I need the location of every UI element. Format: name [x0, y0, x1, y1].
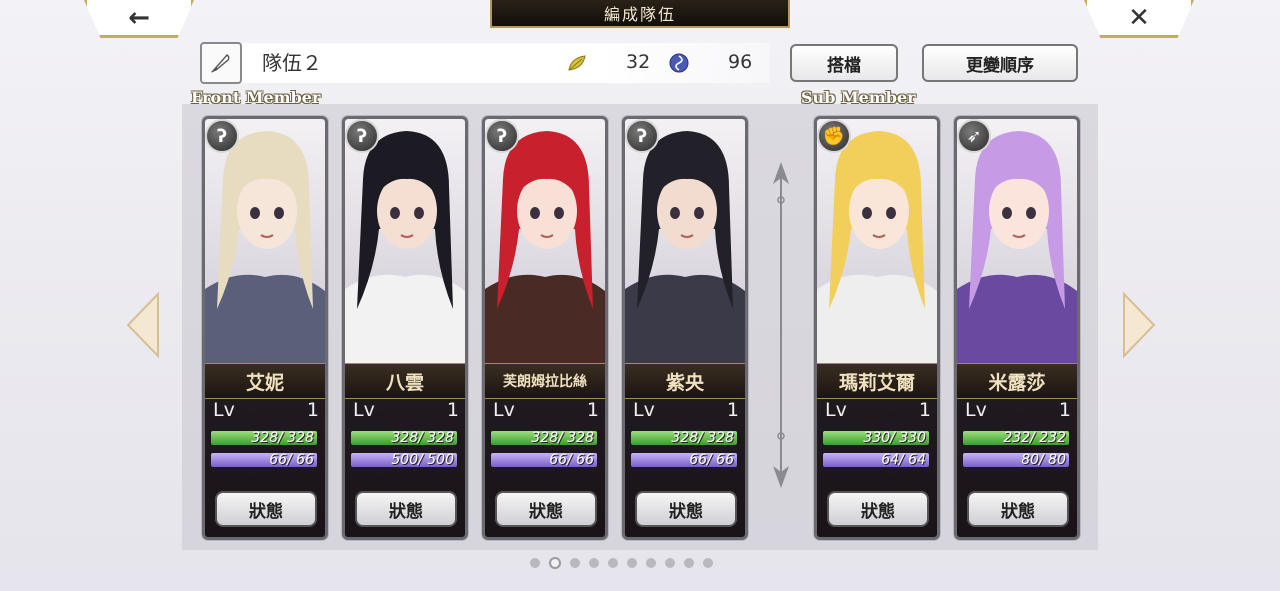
status-button[interactable]: 狀態	[827, 491, 929, 527]
leaf-icon	[568, 55, 586, 71]
partner-button[interactable]: 搭檔	[790, 44, 898, 82]
next-page-arrow-icon[interactable]	[1118, 290, 1158, 360]
hook-icon: ʔ	[625, 119, 659, 153]
character-portrait[interactable]	[625, 119, 745, 363]
page-dot[interactable]	[703, 558, 713, 568]
mp-bar: 66/ 66	[631, 453, 737, 467]
hp-bar: 328/ 328	[211, 431, 317, 445]
level-label: Lv	[965, 399, 987, 421]
hook-icon: ʔ	[345, 119, 379, 153]
arrow-icon: ➶	[957, 119, 991, 153]
character-portrait[interactable]	[957, 119, 1077, 363]
swap-members-arrow-icon	[773, 162, 789, 488]
level-value: 1	[918, 399, 931, 421]
mp-bar: 64/ 64	[823, 453, 929, 467]
team-name: 隊伍２	[262, 51, 322, 75]
back-arrow-icon: ←	[128, 2, 150, 33]
hp-bar: 328/ 328	[631, 431, 737, 445]
character-name: 紫央	[625, 363, 745, 399]
leaf-value: 32	[626, 51, 651, 73]
reorder-button[interactable]: 更變順序	[922, 44, 1078, 82]
status-button[interactable]: 狀態	[635, 491, 737, 527]
status-button[interactable]: 狀態	[495, 491, 597, 527]
member-card[interactable]: ʔ 芙朗姆拉比絲 Lv 1 328/ 328 66/ 66 狀態	[482, 116, 608, 540]
member-card[interactable]: ʔ 艾妮 Lv 1 328/ 328 66/ 66 狀態	[202, 116, 328, 540]
page-dot[interactable]	[530, 558, 540, 568]
character-portrait[interactable]	[817, 119, 937, 363]
page-dot[interactable]	[665, 558, 675, 568]
status-button[interactable]: 狀態	[355, 491, 457, 527]
mp-bar: 66/ 66	[211, 453, 317, 467]
member-card[interactable]: ʔ 八雲 Lv 1 328/ 328 500/ 500 狀態	[342, 116, 468, 540]
character-name: 芙朗姆拉比絲	[485, 363, 605, 399]
quill-icon	[210, 54, 230, 73]
mp-bar: 66/ 66	[491, 453, 597, 467]
level-value: 1	[586, 399, 599, 421]
member-card[interactable]: ➶ 米露莎 Lv 1 232/ 232 80/ 80 狀態	[954, 116, 1080, 540]
hp-bar: 328/ 328	[351, 431, 457, 445]
close-button[interactable]: ✕	[1084, 0, 1194, 38]
member-card[interactable]: ʔ 紫央 Lv 1 328/ 328 66/ 66 狀態	[622, 116, 748, 540]
level-label: Lv	[493, 399, 515, 421]
page-dot[interactable]	[570, 558, 580, 568]
level-value: 1	[1058, 399, 1071, 421]
hook-icon: ʔ	[485, 119, 519, 153]
swirl-value: 96	[728, 51, 753, 73]
page-title: 編成隊伍	[490, 0, 790, 28]
status-button[interactable]: 狀態	[967, 491, 1069, 527]
level-label: Lv	[825, 399, 847, 421]
hp-bar: 330/ 330	[823, 431, 929, 445]
page-dot[interactable]	[608, 558, 618, 568]
character-name: 米露莎	[957, 363, 1077, 399]
hp-bar: 328/ 328	[491, 431, 597, 445]
hp-bar: 232/ 232	[963, 431, 1069, 445]
page-dot[interactable]	[549, 557, 561, 569]
character-portrait[interactable]	[345, 119, 465, 363]
level-label: Lv	[633, 399, 655, 421]
page-dot[interactable]	[684, 558, 694, 568]
page-indicator	[530, 556, 750, 570]
status-button[interactable]: 狀態	[215, 491, 317, 527]
character-portrait[interactable]	[485, 119, 605, 363]
fist-icon: ✊	[817, 119, 851, 153]
character-name: 瑪莉艾爾	[817, 363, 937, 399]
page-dot[interactable]	[589, 558, 599, 568]
swirl-icon	[669, 53, 689, 73]
level-label: Lv	[353, 399, 375, 421]
character-name: 艾妮	[205, 363, 325, 399]
member-card[interactable]: ✊ 瑪莉艾爾 Lv 1 330/ 330 64/ 64 狀態	[814, 116, 940, 540]
page-dot[interactable]	[627, 558, 637, 568]
character-name: 八雲	[345, 363, 465, 399]
page-dot[interactable]	[646, 558, 656, 568]
prev-page-arrow-icon[interactable]	[124, 290, 164, 360]
level-value: 1	[726, 399, 739, 421]
level-label: Lv	[213, 399, 235, 421]
close-icon: ✕	[1128, 2, 1150, 33]
back-button[interactable]: ←	[84, 0, 194, 38]
level-value: 1	[446, 399, 459, 421]
edit-team-name-button[interactable]	[200, 42, 242, 84]
level-value: 1	[306, 399, 319, 421]
mp-bar: 500/ 500	[351, 453, 457, 467]
hook-icon: ʔ	[205, 119, 239, 153]
mp-bar: 80/ 80	[963, 453, 1069, 467]
character-portrait[interactable]	[205, 119, 325, 363]
